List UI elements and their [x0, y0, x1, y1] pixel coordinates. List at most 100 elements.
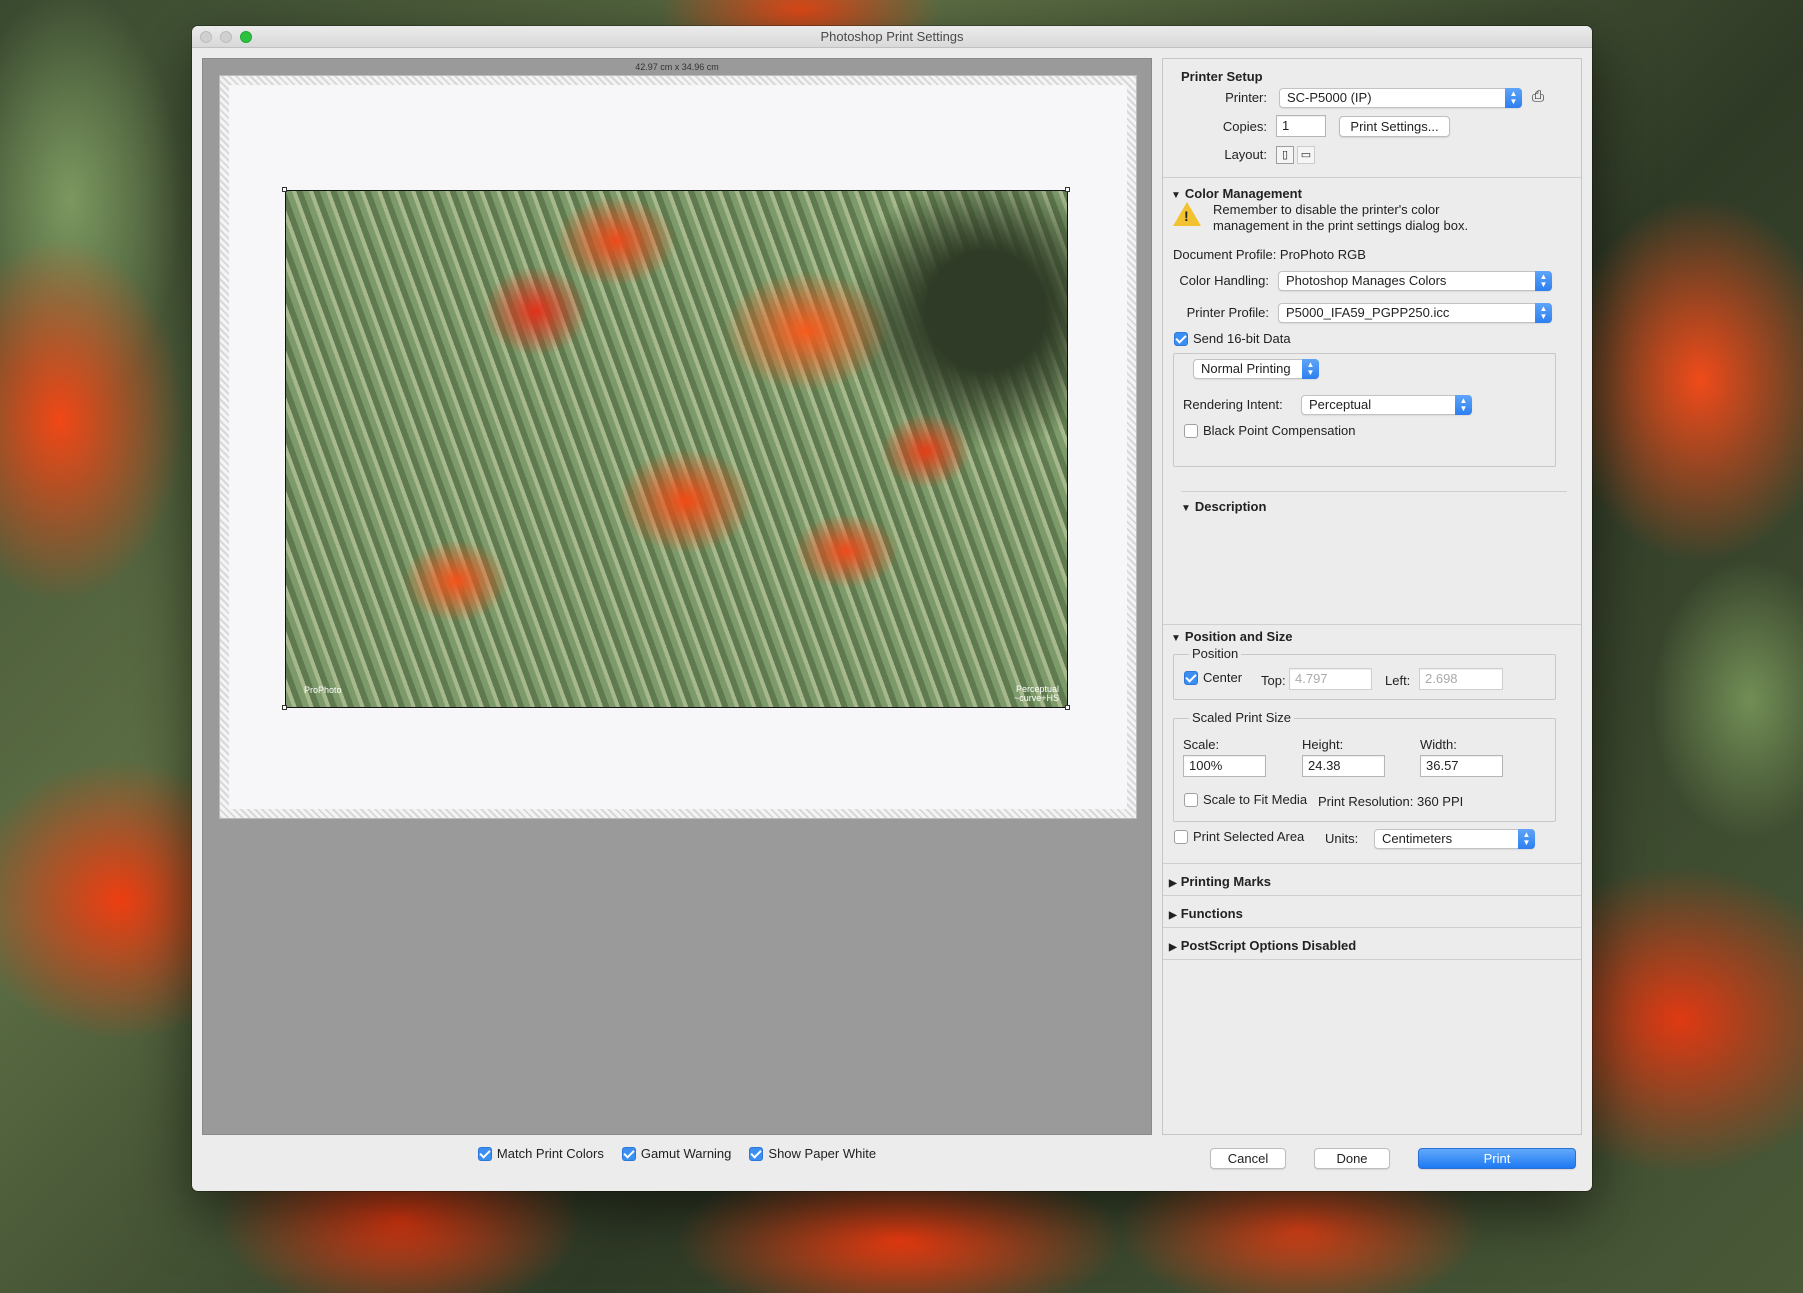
left-label: Left: [1385, 673, 1411, 688]
print-preview: 42.97 cm x 34.96 cm ProPhoto Perceptual … [202, 58, 1152, 1135]
printing-marks-title: Printing Marks [1180, 874, 1271, 889]
popup-arrows-icon: ▲ ▼ [1505, 88, 1522, 108]
checkbox-box[interactable] [1174, 331, 1188, 346]
scaled-print-size-label: Scaled Print Size [1189, 710, 1294, 725]
gamut-warning-checkbox[interactable]: Gamut Warning [621, 1146, 732, 1161]
checkbox-box[interactable] [1184, 792, 1198, 807]
landscape-layout-icon[interactable]: ▭ [1297, 146, 1315, 164]
match-print-colors-label: Match Print Colors [496, 1146, 604, 1161]
rendering-intent-label: Rendering Intent: [1183, 397, 1283, 412]
functions-header[interactable]: ▶ Functions [1169, 906, 1243, 921]
divider [1163, 959, 1581, 960]
resize-handle-bottom-right[interactable] [1065, 705, 1070, 710]
warning-exclamation: ! [1184, 208, 1189, 224]
rendering-intent-select[interactable]: Perceptual ▲ ▼ [1301, 395, 1472, 415]
printer-label: Printer: [1225, 90, 1267, 105]
popup-arrows-icon: ▲ ▼ [1302, 359, 1319, 379]
document-profile: Document Profile: ProPhoto RGB [1173, 247, 1366, 262]
close-window-button[interactable] [200, 31, 212, 43]
units-select[interactable]: Centimeters ▲ ▼ [1374, 829, 1535, 849]
units-value: Centimeters [1382, 831, 1453, 846]
center-label: Center [1203, 670, 1243, 685]
disclosure-right-icon: ▶ [1169, 910, 1177, 921]
title-bar[interactable]: Photoshop Print Settings [192, 26, 1592, 48]
printing-mode-select[interactable]: Normal Printing ▲ ▼ [1193, 359, 1319, 379]
zoom-window-button[interactable] [240, 31, 252, 43]
height-field[interactable]: 24.38 [1302, 755, 1385, 777]
postscript-options-title: PostScript Options Disabled [1180, 938, 1357, 953]
top-field[interactable]: 4.797 [1289, 668, 1372, 690]
printer-select[interactable]: SC-P5000 (IP) ▲ ▼ [1279, 88, 1522, 108]
resize-handle-bottom-left[interactable] [282, 705, 287, 710]
cancel-button[interactable]: Cancel [1210, 1148, 1286, 1169]
preview-options: Match Print Colors Gamut Warning Show Pa… [202, 1146, 1152, 1161]
print-selected-area-label: Print Selected Area [1193, 829, 1305, 844]
portrait-layout-icon[interactable]: ▯ [1276, 146, 1294, 164]
postscript-options-header[interactable]: ▶ PostScript Options Disabled [1169, 938, 1356, 953]
popup-arrows-icon: ▲ ▼ [1535, 271, 1552, 291]
black-point-compensation-checkbox[interactable]: Black Point Compensation [1184, 423, 1355, 438]
divider [1163, 863, 1581, 864]
color-warning-text: Remember to disable the printer's color … [1213, 202, 1468, 234]
center-checkbox[interactable]: Center [1184, 670, 1242, 685]
scale-to-fit-media-checkbox[interactable]: Scale to Fit Media [1184, 792, 1307, 807]
print-selected-area-checkbox[interactable]: Print Selected Area [1174, 829, 1304, 844]
color-management-title: Color Management [1184, 186, 1302, 201]
scale-field[interactable]: 100% [1183, 755, 1266, 777]
color-warning-line2: management in the print settings dialog … [1213, 218, 1469, 233]
checkbox-box[interactable] [621, 1146, 636, 1161]
copies-field[interactable]: 1 [1276, 115, 1326, 137]
checkbox-box[interactable] [477, 1146, 492, 1161]
send-16-bit-label: Send 16-bit Data [1193, 331, 1291, 346]
print-button[interactable]: Print [1418, 1148, 1576, 1169]
top-label: Top: [1261, 673, 1286, 688]
scale-to-fit-media-label: Scale to Fit Media [1203, 792, 1308, 807]
divider [1163, 895, 1581, 896]
send-16-bit-checkbox[interactable]: Send 16-bit Data [1174, 331, 1291, 346]
window-controls [200, 31, 252, 43]
resize-handle-top-left[interactable] [282, 187, 287, 192]
layout-label: Layout: [1224, 147, 1267, 162]
preview-photo[interactable]: ProPhoto Perceptual ~curve+HS [285, 190, 1068, 708]
description-title: Description [1194, 499, 1267, 514]
position-size-header[interactable]: ▼ Position and Size [1171, 629, 1293, 644]
color-handling-select[interactable]: Photoshop Manages Colors ▲ ▼ [1278, 271, 1552, 291]
functions-title: Functions [1180, 906, 1243, 921]
done-button[interactable]: Done [1314, 1148, 1390, 1169]
settings-panel[interactable]: Printer Setup Printer: SC-P5000 (IP) ▲ ▼ … [1162, 58, 1582, 1135]
copies-label: Copies: [1222, 119, 1267, 134]
resize-handle-top-right[interactable] [1065, 187, 1070, 192]
paper-size-label: 42.97 cm x 34.96 cm [635, 62, 719, 72]
left-field[interactable]: 2.698 [1419, 668, 1503, 690]
popup-arrows-icon: ▲ ▼ [1535, 303, 1552, 323]
gamut-warning-label: Gamut Warning [640, 1146, 732, 1161]
printing-marks-header[interactable]: ▶ Printing Marks [1169, 874, 1271, 889]
popup-arrows-icon: ▲ ▼ [1455, 395, 1472, 415]
divider [1181, 491, 1567, 492]
minimize-window-button[interactable] [220, 31, 232, 43]
divider [1163, 624, 1581, 625]
checkbox-box[interactable] [1174, 829, 1188, 844]
show-paper-white-label: Show Paper White [768, 1146, 877, 1161]
printer-settings-icon[interactable]: ⎙ [1529, 89, 1547, 107]
height-label: Height: [1302, 737, 1344, 752]
print-resolution: Print Resolution: 360 PPI [1318, 794, 1464, 809]
disclosure-down-icon: ▼ [1171, 633, 1181, 644]
description-header[interactable]: ▼ Description [1181, 499, 1266, 514]
printer-profile-select[interactable]: P5000_IFA59_PGPP250.icc ▲ ▼ [1278, 303, 1552, 323]
match-print-colors-checkbox[interactable]: Match Print Colors [477, 1146, 604, 1161]
disclosure-down-icon: ▼ [1181, 503, 1191, 514]
color-management-header[interactable]: ▼ Color Management [1171, 186, 1302, 201]
checkbox-box[interactable] [1184, 423, 1198, 438]
printer-value: SC-P5000 (IP) [1287, 90, 1372, 105]
width-field[interactable]: 36.57 [1420, 755, 1503, 777]
photo-label-right: Perceptual ~curve+HS [1014, 685, 1059, 703]
checkbox-box[interactable] [1184, 670, 1198, 685]
disclosure-right-icon: ▶ [1169, 878, 1177, 889]
position-size-title: Position and Size [1184, 629, 1293, 644]
show-paper-white-checkbox[interactable]: Show Paper White [749, 1146, 876, 1161]
checkbox-box[interactable] [749, 1146, 764, 1161]
units-label: Units: [1325, 831, 1359, 846]
print-settings-button[interactable]: Print Settings... [1339, 116, 1450, 137]
color-warning-line1: Remember to disable the printer's color [1213, 202, 1440, 217]
